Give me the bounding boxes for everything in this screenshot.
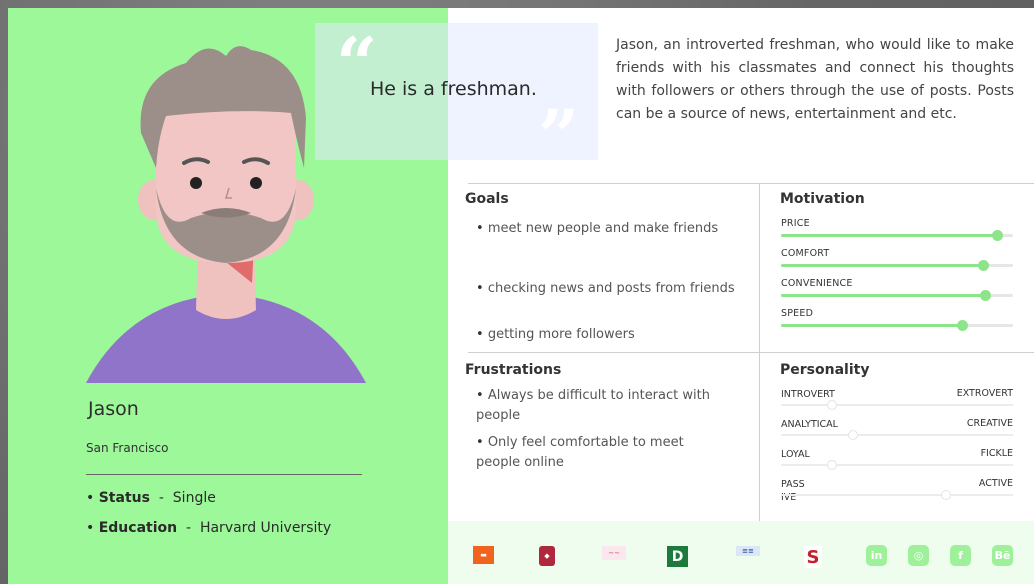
motivation-bar [781, 260, 1013, 271]
personality-left-label: ANALYTICAL [781, 419, 838, 430]
goal-item: meet new people and make friends [476, 219, 718, 239]
personality-scale [781, 490, 1013, 500]
personality-scale [781, 400, 1013, 410]
motivation-slider-knob [956, 320, 968, 331]
motivation-slider-knob [980, 290, 992, 301]
personality-right-label: CREATIVE [966, 418, 1013, 429]
behance-icon[interactable]: Bē [992, 545, 1013, 566]
personality-left-label: PASS IVE [781, 479, 805, 503]
frustrations-title: Frustrations [465, 362, 562, 378]
motivation-bar-fill [781, 264, 983, 267]
personality-scale-knob [827, 400, 838, 410]
personality-scale [781, 430, 1013, 440]
personality-scale [781, 460, 1013, 470]
goal-item: getting more followers [476, 325, 635, 345]
pink-script-logo[interactable]: ~~ [602, 546, 626, 560]
motivation-title: Motivation [780, 191, 865, 207]
education-value: Harvard University [199, 520, 332, 536]
motivation-bar-fill [781, 234, 997, 237]
motivation-bar [781, 230, 1013, 241]
education-label: Education [98, 520, 178, 536]
personality-right-label: FICKLE [980, 448, 1013, 459]
status-row: • Status - Single [86, 490, 216, 506]
personality-right-label: ACTIVE [978, 478, 1013, 489]
goals-title: Goals [465, 191, 509, 207]
motivation-label: COMFORT [781, 248, 830, 259]
personality-scale-knob [847, 430, 858, 440]
persona-name: Jason [88, 398, 139, 420]
red-s-logo[interactable]: S [804, 546, 822, 568]
facebook-icon[interactable]: f [950, 545, 971, 566]
blue-text-logo[interactable]: ≡≡ [736, 546, 760, 556]
personality-scale-knob [940, 490, 951, 500]
section-divider [759, 183, 760, 521]
motivation-label: SPEED [781, 308, 814, 319]
personality-left-label: LOYAL [781, 449, 810, 460]
orange-logo[interactable]: ▬ [473, 546, 494, 564]
goal-item: checking news and posts from friends [476, 279, 735, 299]
personality-left-label: INTROVERT [781, 389, 835, 400]
motivation-label: CONVENIENCE [781, 278, 853, 289]
motivation-bar [781, 320, 1013, 331]
motivation-bar [781, 290, 1013, 301]
persona-bio: Jason, an introverted freshman, who woul… [616, 37, 1014, 122]
motivation-slider-knob [991, 230, 1003, 241]
frustration-item: Always be difficult to interact with peo… [476, 386, 736, 426]
divider [86, 474, 362, 475]
section-divider [468, 183, 1034, 184]
status-label: Status [98, 490, 150, 506]
section-divider [468, 352, 1034, 353]
persona-card: Jason San Francisco • Status - Single • … [8, 8, 1034, 584]
motivation-label: PRICE [781, 218, 810, 229]
instagram-icon[interactable]: ◎ [908, 545, 929, 566]
frustration-item: Only feel comfortable to meet people onl… [476, 433, 706, 473]
linkedin-icon[interactable]: in [866, 545, 887, 566]
motivation-slider-knob [977, 260, 989, 271]
personality-scale-knob [827, 460, 838, 470]
motivation-bar-fill [781, 294, 986, 297]
personality-title: Personality [780, 362, 870, 378]
personality-right-label: EXTROVERT [956, 388, 1013, 399]
close-quote-icon: ” [538, 93, 580, 178]
status-value: Single [172, 490, 216, 506]
quote-text: He is a freshman. [370, 78, 537, 100]
red-shield-logo[interactable]: ◆ [539, 546, 555, 566]
education-row: • Education - Harvard University [86, 520, 332, 536]
persona-location: San Francisco [86, 441, 169, 455]
motivation-bar-fill [781, 324, 962, 327]
green-d-logo[interactable]: D [667, 546, 688, 567]
